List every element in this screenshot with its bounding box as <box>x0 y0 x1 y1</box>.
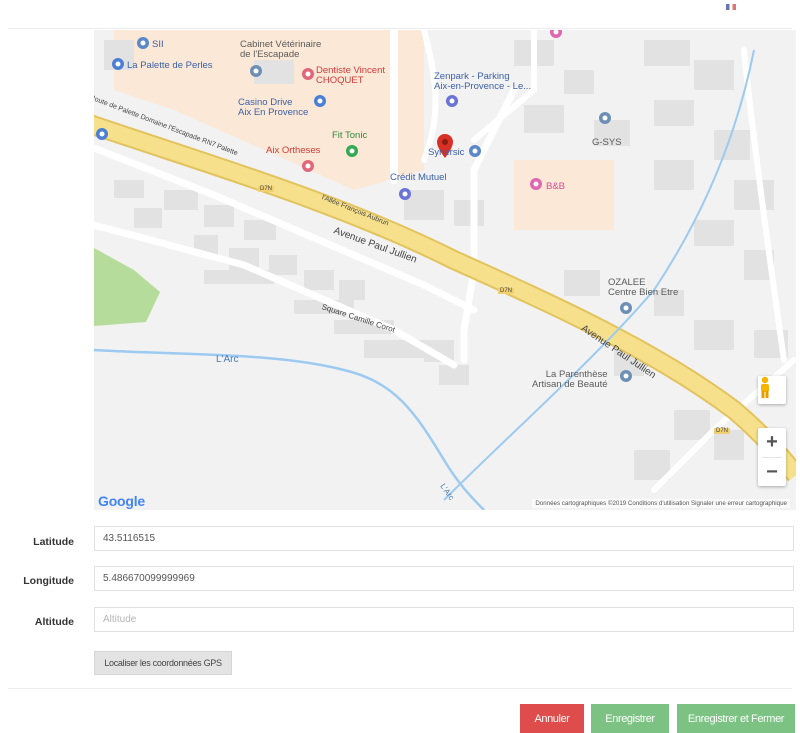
poi-label[interactable]: G-SYS <box>592 138 622 148</box>
poi-label[interactable]: Casino Drive Aix En Provence <box>238 98 308 118</box>
latitude-input[interactable] <box>94 526 794 551</box>
cancel-button[interactable]: Annuler <box>520 704 584 733</box>
poi-label[interactable]: Aix Ortheses <box>266 146 320 156</box>
street-view-pegman[interactable] <box>758 376 786 404</box>
longitude-input[interactable] <box>94 566 794 591</box>
road-shield: D7N <box>258 186 275 192</box>
zoom-out-button[interactable]: − <box>758 458 786 487</box>
map-attribution[interactable]: Données cartographiques ©2019 Conditions… <box>532 499 790 508</box>
poi-label[interactable]: Zenpark - Parking Aix-en-Provence - Le..… <box>434 72 531 92</box>
road-shield: D7N <box>498 288 515 294</box>
google-logo: Google <box>98 493 145 509</box>
poi-label[interactable]: Fit Tonic <box>332 131 367 141</box>
poi-label[interactable]: Dentiste Vincent CHOQUET <box>316 66 385 86</box>
river-label: L'Arc <box>216 354 239 365</box>
road-shield: D7N <box>714 428 731 434</box>
poi-label[interactable]: B&B <box>546 182 565 192</box>
longitude-label: Longitude <box>23 575 74 587</box>
poi-label[interactable]: La Palette de Perles <box>127 61 213 71</box>
pegman-icon <box>761 376 769 398</box>
poi-label[interactable]: SII <box>152 40 164 50</box>
zoom-in-button[interactable]: + <box>758 428 786 457</box>
language-flag-icon[interactable] <box>726 4 736 10</box>
save-and-close-button[interactable]: Enregistrer et Fermer <box>677 704 795 733</box>
poi-label[interactable]: Cabinet Vétérinaire de l'Escapade <box>240 40 321 60</box>
poi-label[interactable]: OZALEE Centre Bien Etre <box>608 278 678 298</box>
altitude-input[interactable] <box>94 607 794 632</box>
save-button[interactable]: Enregistrer <box>591 704 669 733</box>
latitude-label: Latitude <box>33 536 74 548</box>
poi-label[interactable]: La Parenthèse Artisan de Beauté <box>532 370 608 390</box>
top-divider <box>8 28 792 29</box>
poi-label[interactable]: Synersic <box>428 148 464 158</box>
poi-label[interactable]: Crédit Mutuel <box>390 173 447 183</box>
zoom-control: + − <box>758 428 786 486</box>
google-logo-text: Google <box>98 493 146 509</box>
locate-gps-button[interactable]: Localiser les coordonnées GPS <box>94 651 232 675</box>
form-divider <box>8 688 792 689</box>
altitude-label: Altitude <box>34 616 74 628</box>
map-canvas[interactable] <box>94 30 796 510</box>
map-view[interactable]: SII La Palette de Perles Cabinet Vétérin… <box>94 30 796 510</box>
